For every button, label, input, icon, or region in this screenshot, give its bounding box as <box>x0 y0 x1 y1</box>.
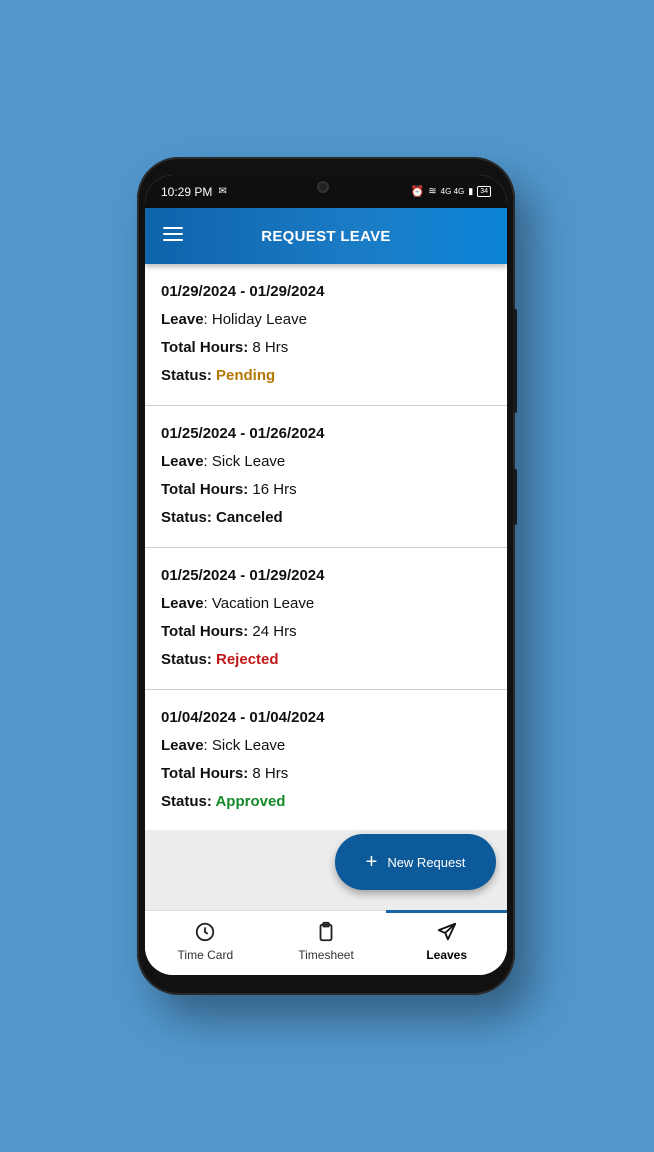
power-button <box>513 469 517 525</box>
new-request-button[interactable]: + New Request <box>335 834 496 890</box>
tab-time-card[interactable]: Time Card <box>145 911 266 975</box>
total-hours-row: Total Hours: 8 Hrs <box>161 338 491 366</box>
leave-list: 01/29/2024 - 01/29/2024 Leave: Holiday L… <box>145 264 507 830</box>
signal-icon: ▮ <box>468 186 474 196</box>
total-hours-row: Total Hours: 16 Hrs <box>161 480 491 508</box>
tab-leaves[interactable]: Leaves <box>386 910 507 975</box>
tab-label: Timesheet <box>298 948 354 962</box>
status-label: Status: <box>161 793 212 810</box>
phone-frame: 10:29 PM ✉ ⏰ ≋ 4G 4G ▮ 34 REQUEST LEAVE … <box>137 157 517 995</box>
leave-type: : Holiday Leave <box>203 311 307 328</box>
leave-card[interactable]: 01/25/2024 - 01/26/2024 Leave: Sick Leav… <box>145 406 507 548</box>
leave-card[interactable]: 01/25/2024 - 01/29/2024 Leave: Vacation … <box>145 548 507 690</box>
clipboard-icon <box>319 921 333 942</box>
status-bar: 10:29 PM ✉ ⏰ ≋ 4G 4G ▮ 34 <box>145 175 507 208</box>
status-label: Status: <box>161 651 212 668</box>
clock-icon <box>196 922 215 942</box>
leave-card[interactable]: 01/04/2024 - 01/04/2024 Leave: Sick Leav… <box>145 690 507 830</box>
screen: 10:29 PM ✉ ⏰ ≋ 4G 4G ▮ 34 REQUEST LEAVE … <box>145 175 507 975</box>
network-text: 4G 4G <box>440 187 465 196</box>
mail-icon: ✉ <box>218 186 227 197</box>
tab-label: Leaves <box>426 948 468 962</box>
leave-label: Leave <box>161 311 204 328</box>
front-camera <box>317 181 329 193</box>
leave-dates: 01/29/2024 - 01/29/2024 <box>161 283 325 300</box>
leave-type: : Vacation Leave <box>203 595 315 612</box>
status-badge: Canceled <box>211 509 283 526</box>
status-row: Status: Approved <box>161 792 491 820</box>
total-hours-value: 24 Hrs <box>248 623 297 640</box>
leave-label: Leave <box>161 453 204 470</box>
status-time: 10:29 PM <box>161 184 213 199</box>
page-title: REQUEST LEAVE <box>261 227 391 245</box>
leave-dates: 01/04/2024 - 01/04/2024 <box>161 709 325 726</box>
leave-card[interactable]: 01/29/2024 - 01/29/2024 Leave: Holiday L… <box>145 264 507 406</box>
plus-icon: + <box>365 851 378 873</box>
leave-dates: 01/25/2024 - 01/29/2024 <box>161 567 325 584</box>
leave-type: : Sick Leave <box>203 737 286 754</box>
hamburger-menu-icon[interactable] <box>163 227 183 243</box>
total-hours-label: Total Hours: <box>161 765 249 782</box>
status-badge: Pending <box>211 367 276 384</box>
status-badge: Rejected <box>211 651 279 668</box>
leave-dates: 01/25/2024 - 01/26/2024 <box>161 425 325 442</box>
status-label: Status: <box>161 509 212 526</box>
leave-label: Leave <box>161 595 204 612</box>
send-icon <box>437 922 456 941</box>
tab-label: Time Card <box>177 948 234 962</box>
status-row: Status: Rejected <box>161 650 491 678</box>
leave-label: Leave <box>161 737 204 754</box>
leave-type-row: Leave: Sick Leave <box>161 452 491 480</box>
wifi-icon: ≋ <box>428 186 437 197</box>
volume-button <box>513 309 517 413</box>
leave-type-row: Leave: Vacation Leave <box>161 594 491 622</box>
total-hours-row: Total Hours: 8 Hrs <box>161 764 491 792</box>
status-row: Status: Canceled <box>161 508 491 536</box>
total-hours-label: Total Hours: <box>161 339 249 356</box>
total-hours-value: 8 Hrs <box>248 765 289 782</box>
total-hours-label: Total Hours: <box>161 481 249 498</box>
bottom-navigation: Time Card Timesheet Leaves <box>145 910 507 975</box>
leave-type: : Sick Leave <box>203 453 286 470</box>
total-hours-row: Total Hours: 24 Hrs <box>161 622 491 650</box>
status-row: Status: Pending <box>161 366 491 394</box>
status-label: Status: <box>161 367 212 384</box>
app-bar: REQUEST LEAVE <box>145 208 507 264</box>
total-hours-value: 16 Hrs <box>248 481 297 498</box>
total-hours-label: Total Hours: <box>161 623 249 640</box>
alarm-icon: ⏰ <box>410 186 425 198</box>
battery-icon: 34 <box>477 186 491 197</box>
leave-type-row: Leave: Sick Leave <box>161 736 491 764</box>
new-request-label: New Request <box>387 854 466 870</box>
total-hours-value: 8 Hrs <box>248 339 289 356</box>
status-badge: Approved <box>211 793 286 810</box>
leave-type-row: Leave: Holiday Leave <box>161 310 491 338</box>
tab-timesheet[interactable]: Timesheet <box>266 911 387 975</box>
